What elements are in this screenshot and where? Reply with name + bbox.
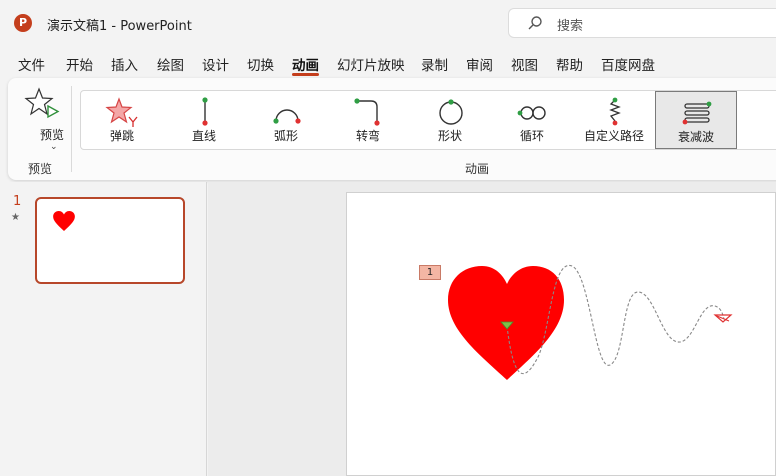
heart-shape[interactable] <box>440 262 740 392</box>
decay-wave-icon <box>682 101 712 125</box>
tab-help[interactable]: 帮助 <box>556 54 583 74</box>
search-placeholder: 搜索 <box>557 19 584 34</box>
animation-decay-wave-label: 衰减波 <box>677 130 714 144</box>
animation-line-label: 直线 <box>191 129 216 143</box>
arc-path-icon <box>273 109 301 124</box>
animation-turn-label: 转弯 <box>355 129 380 143</box>
animation-loop-label: 循环 <box>519 129 544 143</box>
slide-thumbnail[interactable] <box>35 197 185 284</box>
tab-review[interactable]: 审阅 <box>466 54 493 74</box>
tab-insert[interactable]: 插入 <box>111 54 138 74</box>
animation-arc[interactable]: 弧形 <box>245 91 327 149</box>
tab-view[interactable]: 视图 <box>511 54 538 74</box>
tab-transitions[interactable]: 切换 <box>247 54 274 74</box>
animation-shape-label: 形状 <box>437 129 462 143</box>
shape-path-icon <box>439 99 463 125</box>
slide-number: 1 <box>13 194 22 209</box>
animation-decay-wave[interactable]: 衰减波 <box>655 91 737 149</box>
search-input[interactable]: 搜索 <box>508 8 776 38</box>
animation-arc-label: 弧形 <box>273 129 298 143</box>
preview-label: 预览 <box>40 128 65 142</box>
title-bar: P 演示文稿1 - PowerPoint 搜索 <box>0 0 776 46</box>
animation-shape[interactable]: 形状 <box>409 91 491 149</box>
slide-thumbnails-pane: 1 ★ <box>0 182 207 476</box>
tab-home[interactable]: 开始 <box>66 54 93 74</box>
preview-group-label: 预览 <box>28 162 53 176</box>
tab-record[interactable]: 录制 <box>421 54 448 74</box>
active-tab-indicator <box>292 73 319 76</box>
ribbon: 预览 ⌄ 预览 弹跳 直线 弧形 转弯 形状 循环 自定义路径 衰减波 动画 <box>8 78 776 180</box>
animation-bounce[interactable]: 弹跳 <box>81 91 163 149</box>
line-path-icon <box>202 97 208 126</box>
tab-file[interactable]: 文件 <box>18 54 45 74</box>
thumbnail-heart-icon <box>53 211 75 231</box>
tab-slideshow[interactable]: 幻灯片放映 <box>337 54 405 74</box>
powerpoint-logo-icon: P <box>14 14 32 32</box>
tab-draw[interactable]: 绘图 <box>157 54 184 74</box>
tab-animations[interactable]: 动画 <box>292 54 319 74</box>
tab-design[interactable]: 设计 <box>202 54 229 74</box>
window-title: 演示文稿1 - PowerPoint <box>47 19 192 34</box>
animation-loop[interactable]: 循环 <box>491 91 573 149</box>
animation-gallery: 弹跳 直线 弧形 转弯 形状 循环 自定义路径 衰减波 <box>80 90 776 150</box>
loop-path-icon <box>517 106 546 120</box>
animation-turn[interactable]: 转弯 <box>327 91 409 149</box>
turn-path-icon <box>354 98 380 126</box>
animation-bounce-label: 弹跳 <box>109 129 134 143</box>
search-icon <box>528 16 542 30</box>
group-divider <box>71 86 72 172</box>
preview-star-icon <box>24 87 60 119</box>
custom-path-icon <box>609 97 621 126</box>
ribbon-tabs: 文件 开始 插入 绘图 设计 切换 动画 幻灯片放映 录制 审阅 视图 帮助 百… <box>0 50 776 76</box>
bounce-star-icon <box>105 97 138 127</box>
preview-button[interactable]: 预览 ⌄ <box>20 84 65 152</box>
animation-custom-path-label: 自定义路径 <box>583 129 644 143</box>
animation-star-icon: ★ <box>11 212 20 223</box>
animation-custom-path[interactable]: 自定义路径 <box>573 91 655 149</box>
tab-baidu-netdisk[interactable]: 百度网盘 <box>601 54 655 74</box>
animation-line[interactable]: 直线 <box>163 91 245 149</box>
animation-order-tag[interactable]: 1 <box>419 265 441 280</box>
animation-group-label: 动画 <box>465 162 490 176</box>
chevron-down-icon[interactable]: ⌄ <box>50 142 58 152</box>
